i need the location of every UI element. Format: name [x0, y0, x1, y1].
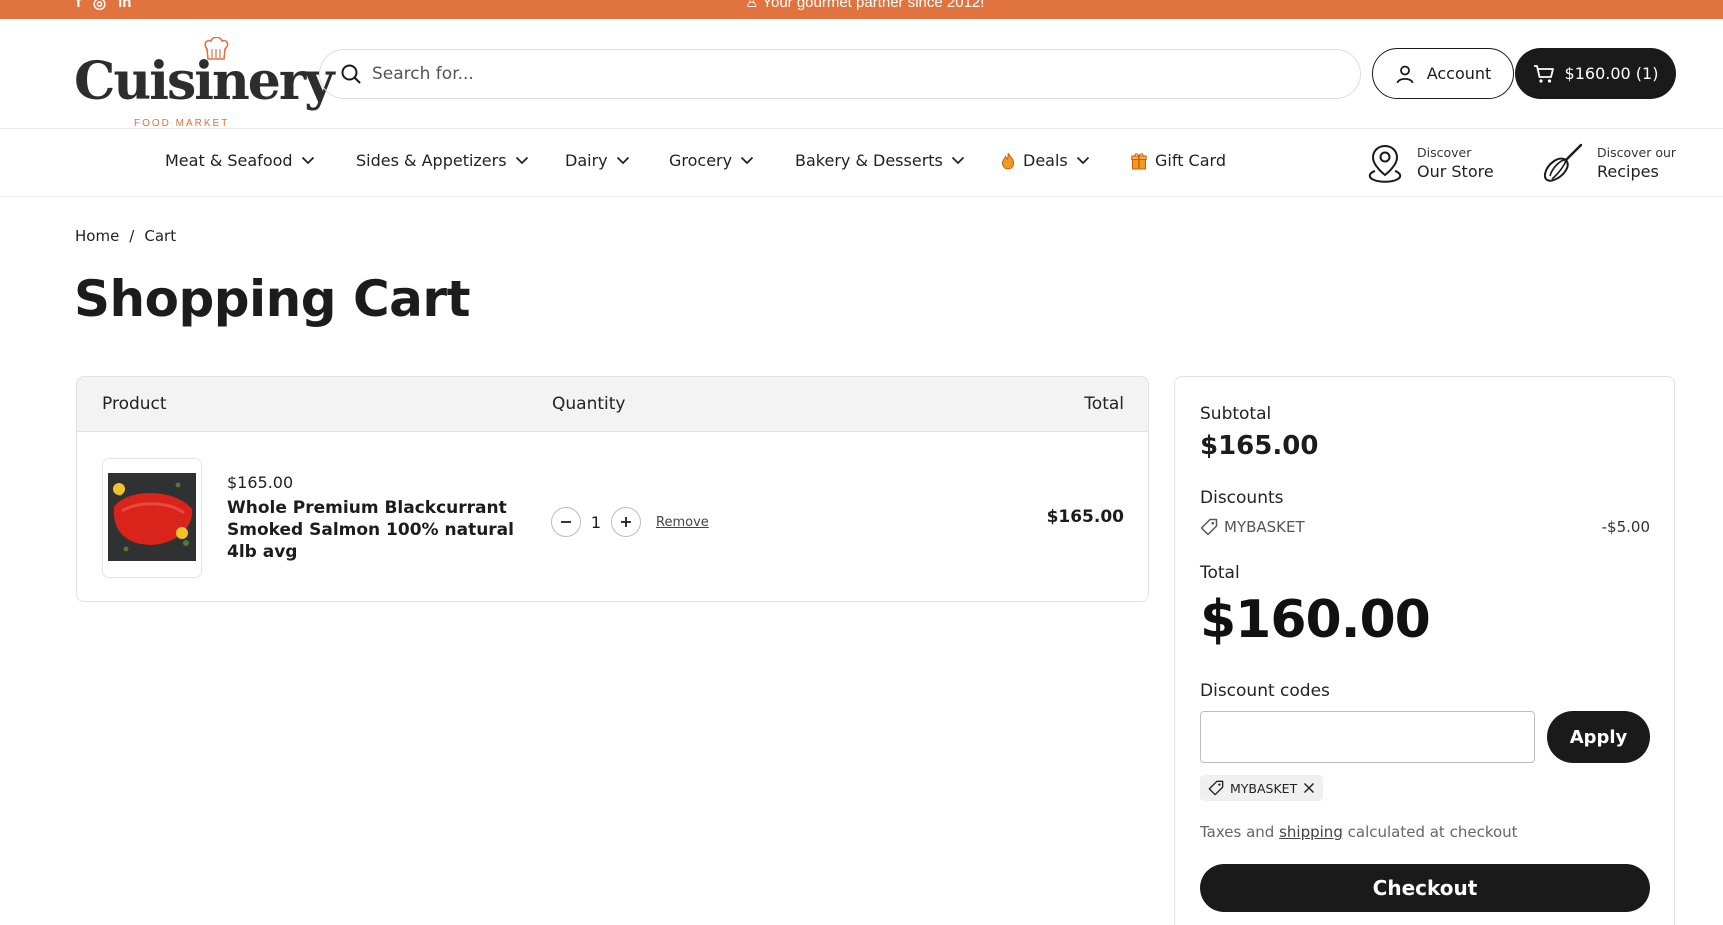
tax-note-suffix: calculated at checkout [1347, 823, 1518, 841]
column-header-quantity: Quantity [552, 394, 626, 414]
cart-total-label: $160.00 (1) [1564, 64, 1659, 83]
fire-icon [1001, 152, 1015, 170]
column-header-total: Total [1084, 394, 1124, 414]
apply-button[interactable]: Apply [1547, 711, 1650, 763]
product-thumbnail[interactable] [102, 458, 202, 578]
nav-item-label: Grocery [669, 151, 733, 170]
nav-item-label: Dairy [565, 151, 608, 170]
search-input[interactable] [372, 58, 1332, 90]
search-icon[interactable] [340, 63, 362, 85]
decrease-quantity-button[interactable] [551, 507, 581, 537]
applied-discount-text: MYBASKET [1230, 780, 1298, 796]
nav-item-grocery[interactable]: Grocery [669, 151, 754, 170]
shipping-link[interactable]: shipping [1279, 823, 1343, 841]
subtotal-value: $165.00 [1200, 431, 1319, 461]
main-nav: Meat & Seafood Sides & Appetizers Dairy … [0, 130, 1723, 197]
page-title: Shopping Cart [74, 270, 470, 328]
logo[interactable]: Cuisinery FOOD MARKET [74, 37, 334, 129]
nav-item-label: Deals [1023, 151, 1068, 170]
plus-icon [621, 517, 631, 527]
chef-icon: ♙ [745, 0, 763, 11]
breadcrumb-current: Cart [144, 227, 177, 245]
nav-item-label: Bakery & Desserts [795, 151, 943, 170]
gift-icon [1131, 152, 1147, 169]
discount-row: MYBASKET -$5.00 [1200, 518, 1650, 540]
chevron-down-icon [616, 156, 629, 165]
discount-amount: -$5.00 [1601, 518, 1650, 536]
social-links: f ◎ in [76, 0, 131, 12]
chevron-down-icon [740, 156, 754, 165]
cart-button[interactable]: $160.00 (1) [1515, 48, 1676, 99]
account-label: Account [1426, 64, 1492, 83]
logo-wordmark: Cuisinery [74, 51, 334, 112]
cart-icon [1533, 64, 1554, 83]
nav-item-meat-seafood[interactable]: Meat & Seafood [165, 151, 315, 170]
cart-table: Product Quantity Total $165.00 Whole Pre… [76, 376, 1149, 602]
nav-item-sides-appetizers[interactable]: Sides & Appetizers [356, 151, 529, 170]
nav-item-dairy[interactable]: Dairy [565, 151, 630, 170]
cart-table-header: Product Quantity Total [77, 377, 1148, 432]
account-button[interactable]: Account [1372, 48, 1514, 99]
instagram-icon[interactable]: ◎ [93, 0, 106, 12]
nav-item-label: Gift Card [1155, 151, 1226, 170]
order-summary: Subtotal $165.00 Discounts MYBASKET -$5.… [1174, 376, 1675, 925]
minus-icon [561, 521, 571, 523]
facebook-icon[interactable]: f [76, 0, 81, 12]
remove-item-link[interactable]: Remove [656, 515, 709, 530]
nav-item-label: Meat & Seafood [165, 151, 293, 170]
subtotal-label: Subtotal [1200, 404, 1272, 424]
discounts-label: Discounts [1200, 488, 1284, 508]
salmon-image [108, 473, 196, 561]
announcement-text: ♙ Your gourmet partner since 2012! [745, 0, 984, 11]
tag-icon [1200, 518, 1218, 536]
tag-icon [1208, 780, 1224, 796]
total-label: Total [1200, 563, 1240, 583]
nav-item-gift-card[interactable]: Gift Card [1131, 151, 1226, 170]
nav-recipes-text: Discover our Recipes [1597, 144, 1676, 183]
product-image [108, 473, 196, 561]
column-header-product: Product [102, 394, 167, 414]
nav-our-store-small: Discover [1417, 144, 1472, 160]
chevron-down-icon [301, 156, 314, 165]
breadcrumb: Home / Cart [75, 227, 176, 245]
nav-our-store-big: Our Store [1417, 161, 1494, 181]
nav-item-bakery-desserts[interactable]: Bakery & Desserts [795, 151, 965, 170]
user-icon [1396, 65, 1414, 83]
product-name[interactable]: Whole Premium Blackcurrant Smoked Salmon… [227, 497, 527, 563]
announcement-bar: f ◎ in ♙ Your gourmet partner since 2012… [0, 0, 1723, 19]
chevron-down-icon [515, 156, 528, 165]
breadcrumb-separator: / [129, 227, 135, 245]
linkedin-icon[interactable]: in [118, 0, 131, 12]
nav-recipes[interactable]: Discover our Recipes [1541, 142, 1676, 184]
discount-codes-label: Discount codes [1200, 681, 1330, 701]
nav-item-deals[interactable]: Deals [1001, 151, 1090, 170]
applied-discount-tag: MYBASKET [1200, 775, 1324, 801]
close-icon[interactable] [1303, 782, 1315, 794]
total-value: $160.00 [1200, 590, 1431, 650]
chevron-down-icon [951, 156, 965, 165]
nav-our-store[interactable]: Discover Our Store [1365, 142, 1494, 184]
nav-item-label: Sides & Appetizers [356, 151, 507, 170]
nav-our-store-text: Discover Our Store [1417, 144, 1494, 183]
nav-recipes-small: Discover our [1597, 144, 1677, 160]
tax-note: Taxes and shipping calculated at checkou… [1200, 823, 1518, 841]
discount-code-text: MYBASKET [1224, 518, 1305, 536]
line-total: $165.00 [1046, 507, 1124, 527]
breadcrumb-home[interactable]: Home [75, 227, 119, 245]
discount-code-input[interactable] [1200, 711, 1535, 763]
whisk-icon [1543, 143, 1583, 182]
logo-subtitle: FOOD MARKET [134, 118, 230, 129]
tax-note-prefix: Taxes and [1200, 823, 1275, 841]
quantity-stepper: 1 Remove [551, 507, 709, 537]
chevron-down-icon [1076, 156, 1089, 165]
checkout-button[interactable]: Checkout [1200, 864, 1650, 912]
nav-recipes-big: Recipes [1597, 161, 1659, 181]
product-unit-price: $165.00 [227, 473, 294, 492]
quantity-value[interactable]: 1 [590, 513, 602, 532]
search-bar [319, 49, 1361, 99]
discount-code: MYBASKET [1200, 518, 1305, 536]
site-header: Cuisinery FOOD MARKET Account $160.00 (1… [0, 19, 1723, 129]
map-pin-icon [1368, 144, 1402, 183]
increase-quantity-button[interactable] [611, 507, 641, 537]
